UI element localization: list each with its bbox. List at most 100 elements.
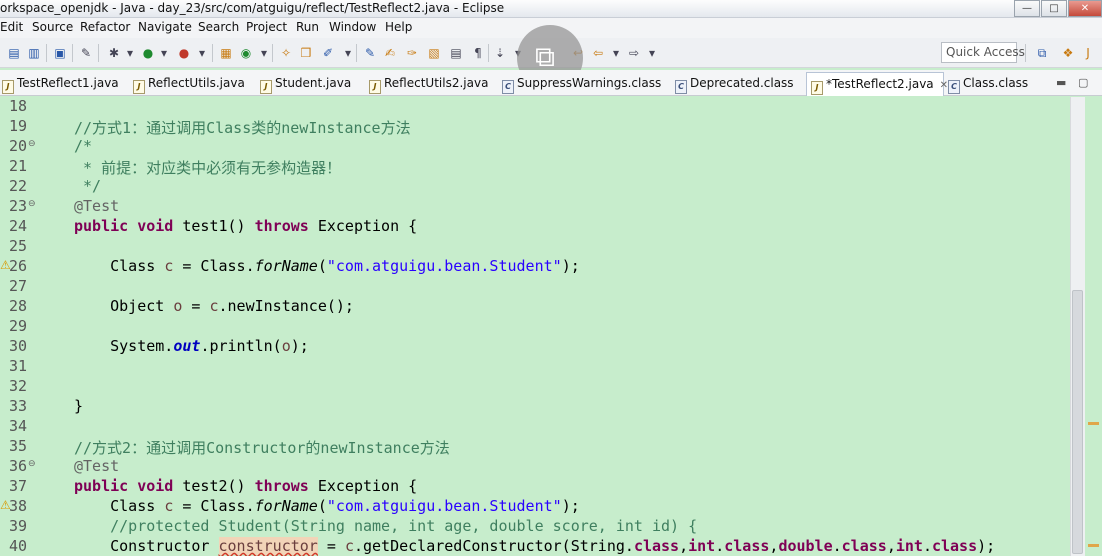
tab-student[interactable]: J Student.java <box>260 72 351 96</box>
tab-reflectutils2[interactable]: J ReflectUtils2.java <box>369 72 488 96</box>
fold-icon[interactable]: ⊖ <box>28 459 36 469</box>
menu-window[interactable]: Window <box>329 20 376 34</box>
line-number: 28 <box>9 297 28 315</box>
code-text: public void test2() throws Exception { <box>74 477 417 495</box>
code-text: ); <box>561 497 580 515</box>
overview-warning-marker[interactable] <box>1088 544 1099 547</box>
code-keyword: class <box>633 537 680 555</box>
open-task-icon[interactable]: ❒ <box>298 45 314 61</box>
dropdown-arrow-icon[interactable]: ▾ <box>340 45 356 61</box>
code-annotation: @Test <box>74 457 120 475</box>
line-number: 37 <box>9 477 28 495</box>
menu-project[interactable]: Project <box>246 20 287 34</box>
close-button[interactable]: ✕ <box>1068 0 1102 17</box>
search-icon[interactable]: ✐ <box>320 45 336 61</box>
code-comment: //方式2：通过调用Constructor的newInstance方法 <box>74 439 450 457</box>
toggle-breadcrumb-icon[interactable]: ✑ <box>404 45 420 61</box>
tab-suppresswarnings[interactable]: C SuppressWarnings.class <box>502 72 661 96</box>
next-annotation-icon[interactable]: ⇣ <box>492 45 508 61</box>
code-editor[interactable]: 18 19 //方式1：通过调用Class类的newInstance方法 20 … <box>0 97 1102 556</box>
code-line: 27 <box>0 277 1070 297</box>
dropdown-arrow-icon[interactable]: ▾ <box>608 45 624 61</box>
tab-testreflect2[interactable]: J *TestReflect2.java ✕ <box>806 72 948 96</box>
code-line: 32 <box>0 377 1070 397</box>
code-text: ); <box>977 537 996 555</box>
code-line: ⚠ 38 Class c = Class.forName("com.atguig… <box>0 497 1070 517</box>
code-line: 22 */ <box>0 177 1070 197</box>
debug-icon[interactable]: ✱ <box>106 45 122 61</box>
dropdown-arrow-icon[interactable]: ▾ <box>194 45 210 61</box>
tab-class[interactable]: C Class.class <box>948 72 1028 96</box>
code-line: 37 public void test2() throws Exception … <box>0 477 1070 497</box>
code-keyword: class <box>841 537 887 555</box>
line-number: 30 <box>9 337 28 355</box>
dropdown-arrow-icon[interactable]: ▾ <box>644 45 660 61</box>
fold-icon[interactable]: ⊖ <box>28 139 36 149</box>
minimize-button[interactable]: — <box>1014 0 1040 17</box>
console-icon[interactable]: ▣ <box>52 45 68 61</box>
menu-edit[interactable]: Edit <box>0 20 23 34</box>
code-string: "com.atguigu.bean.Student" <box>326 497 562 515</box>
code-line: 34 <box>0 417 1070 437</box>
dropdown-arrow-icon[interactable]: ▾ <box>156 45 172 61</box>
open-type-icon[interactable]: ✧ <box>278 45 294 61</box>
menu-run[interactable]: Run <box>296 20 319 34</box>
maximize-view-icon[interactable]: ▢ <box>1078 76 1088 89</box>
dropdown-arrow-icon[interactable]: ▾ <box>122 45 138 61</box>
code-text: Object <box>74 297 174 315</box>
new-java-class-icon[interactable]: ◉ <box>238 45 254 61</box>
scrollbar-thumb[interactable] <box>1072 290 1083 554</box>
save-icon[interactable]: ▤ <box>6 45 22 61</box>
toggle-block-selection-icon[interactable]: ▧ <box>426 45 442 61</box>
pilcrow-icon[interactable]: ¶ <box>470 45 486 61</box>
java-ee-perspective-icon[interactable]: ❖ <box>1060 45 1076 61</box>
minimize-view-icon[interactable]: ▬ <box>1056 76 1066 89</box>
line-number: 21 <box>9 157 28 175</box>
code-text: . <box>832 537 842 555</box>
menu-source[interactable]: Source <box>32 20 73 34</box>
java-perspective-icon[interactable]: J <box>1080 45 1096 61</box>
maximize-button[interactable]: □ <box>1041 0 1067 17</box>
back-icon[interactable]: ⇦ <box>590 45 606 61</box>
tab-label: SuppressWarnings.class <box>517 76 662 90</box>
code-text: = <box>182 297 210 315</box>
tab-label: TestReflect1.java <box>17 76 119 90</box>
quick-access-input[interactable]: Quick Access <box>941 42 1025 63</box>
code-text: ( <box>317 497 327 515</box>
line-number: 29 <box>9 317 28 335</box>
code-line: 40 Constructor constructor = c.getDeclar… <box>0 537 1070 556</box>
show-whitespace-icon[interactable]: ▤ <box>448 45 464 61</box>
toolbar-separator <box>212 44 213 62</box>
overview-ruler[interactable] <box>1086 97 1102 556</box>
menu-help[interactable]: Help <box>385 20 412 34</box>
code-text: test1() <box>173 217 255 235</box>
dropdown-arrow-icon[interactable]: ▾ <box>256 45 272 61</box>
menu-navigate[interactable]: Navigate <box>138 20 192 34</box>
menu-search[interactable]: Search <box>198 20 239 34</box>
code-keyword: throws <box>254 477 309 495</box>
tab-deprecated[interactable]: C Deprecated.class <box>675 72 794 96</box>
fold-icon[interactable]: ⊖ <box>28 199 36 209</box>
mark-occurrences-icon[interactable]: ✍ <box>382 45 398 61</box>
forward-icon[interactable]: ⇨ <box>626 45 642 61</box>
line-number: 33 <box>9 397 28 415</box>
overview-warning-marker[interactable] <box>1088 422 1099 425</box>
line-number: 24 <box>9 217 28 235</box>
new-java-package-icon[interactable]: ▦ <box>218 45 234 61</box>
open-perspective-icon[interactable]: ⧉ <box>1034 45 1050 61</box>
toggle-annotation-icon[interactable]: ✎ <box>362 45 378 61</box>
code-line: 25 <box>0 237 1070 257</box>
external-tools-icon[interactable]: ● <box>176 45 192 61</box>
tab-reflectutils[interactable]: J ReflectUtils.java <box>133 72 245 96</box>
run-icon[interactable]: ● <box>140 45 156 61</box>
code-text: , <box>679 537 689 555</box>
tab-testreflect1[interactable]: J TestReflect1.java <box>2 72 119 96</box>
line-number: 20 <box>9 137 28 155</box>
skip-breakpoints-icon[interactable]: ✎ <box>78 45 94 61</box>
class-file-icon: C <box>675 80 687 94</box>
save-all-icon[interactable]: ▥ <box>26 45 42 61</box>
close-tab-icon[interactable]: ✕ <box>940 80 948 91</box>
menu-refactor[interactable]: Refactor <box>80 20 130 34</box>
code-comment: * 前提：对应类中必须有无参构造器！ <box>74 159 342 177</box>
code-variable-highlighted: constructor <box>218 537 318 555</box>
